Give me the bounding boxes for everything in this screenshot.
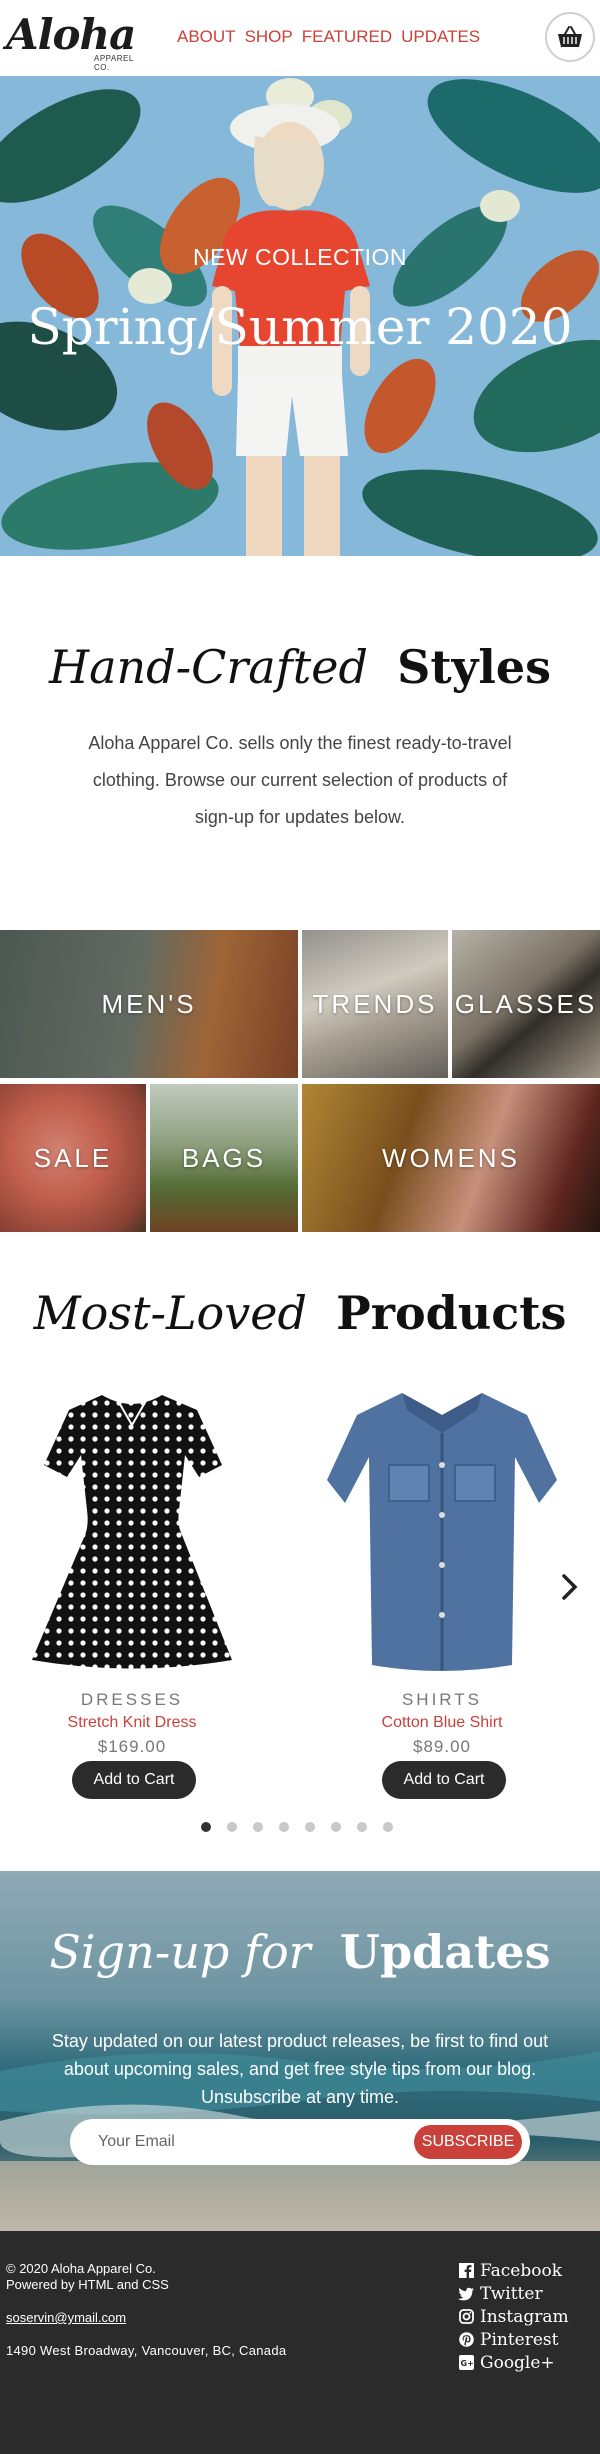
logo[interactable]: Aloha APPAREL CO. [6, 6, 136, 72]
logo-tagline: APPAREL CO. [94, 54, 134, 72]
site-header: Aloha APPAREL CO. ABOUT SHOP FEATURED UP… [0, 0, 600, 76]
logo-wordmark: Aloha [6, 10, 136, 59]
category-tile-mens[interactable]: MEN'S [0, 930, 298, 1078]
signup-heading: Sign-up for Updates [0, 1925, 600, 1979]
category-label-trends: TRENDS [312, 988, 438, 1019]
signup-heading-bold: Updates [339, 1925, 551, 1979]
signup-heading-italic: Sign-up for [49, 1925, 311, 1979]
intro-heading-italic: Hand-Crafted [48, 640, 368, 694]
basket-icon [558, 26, 582, 47]
social-label: Pinterest [480, 2329, 559, 2350]
product-price: $169.00 [97, 1737, 167, 1756]
category-label-bags: BAGS [181, 1142, 267, 1173]
products-heading-bold: Products [336, 1286, 567, 1340]
footer-address: 1490 West Broadway, Vancouver, BC, Canad… [6, 2343, 287, 2358]
product-card: SHIRTS Cotton Blue Shirt $89.00 Add to C… [327, 1385, 557, 1805]
social-link-twitter[interactable]: Twitter [458, 2282, 569, 2305]
site-footer: © 2020 Aloha Apparel Co. Powered by HTML… [0, 2231, 600, 2454]
copyright-text: © 2020 Aloha Apparel Co. [6, 2261, 156, 2276]
hero-banner: NEW COLLECTION Spring/Summer 2020 [0, 76, 600, 556]
signup-form: SUBSCRIBE [70, 2119, 530, 2165]
category-tile-sale[interactable]: SALE [0, 1084, 146, 1232]
product-card: DRESSES Stretch Knit Dress $169.00 Add t… [17, 1385, 247, 1805]
social-label: Instagram [480, 2306, 569, 2327]
nav-featured[interactable]: FEATURED [302, 27, 392, 47]
social-link-pinterest[interactable]: Pinterest [458, 2328, 569, 2351]
social-label: Google+ [480, 2352, 555, 2373]
footer-credits: © 2020 Aloha Apparel Co. Powered by HTML… [6, 2261, 169, 2293]
carousel-dot[interactable] [227, 1822, 237, 1832]
chevron-right-icon [562, 1574, 578, 1600]
product-image-shirt[interactable] [327, 1385, 557, 1675]
product-image-dress[interactable] [17, 1385, 247, 1675]
facebook-icon [458, 2263, 474, 2279]
category-label-sale: SALE [33, 1142, 113, 1173]
product-name[interactable]: Cotton Blue Shirt [327, 1714, 557, 1732]
carousel-dot[interactable] [305, 1822, 315, 1832]
social-link-facebook[interactable]: Facebook [458, 2259, 569, 2282]
product-name[interactable]: Stretch Knit Dress [17, 1714, 247, 1732]
footer-email-link[interactable]: soservin@ymail.com [6, 2310, 126, 2325]
carousel-dots [201, 1822, 393, 1832]
signup-text: Stay updated on our latest product relea… [51, 2031, 549, 2107]
main-nav: ABOUT SHOP FEATURED UPDATES [177, 27, 480, 47]
nav-updates[interactable]: UPDATES [401, 27, 480, 47]
add-to-cart-button[interactable]: Add to Cart [382, 1761, 506, 1799]
social-link-google-plus[interactable]: G+ Google+ [458, 2351, 569, 2374]
product-category: DRESSES [80, 1690, 184, 1709]
products-heading-italic: Most-Loved [33, 1286, 307, 1340]
svg-text:G+: G+ [460, 2359, 473, 2368]
intro-text: Aloha Apparel Co. sells only the finest … [88, 733, 512, 827]
instagram-icon [458, 2309, 474, 2325]
subscribe-button[interactable]: SUBSCRIBE [414, 2125, 522, 2159]
product-category: SHIRTS [401, 1690, 483, 1709]
powered-by-text: Powered by HTML and CSS [6, 2277, 169, 2292]
carousel-dot[interactable] [331, 1822, 341, 1832]
category-label-glasses: GLASSES [454, 988, 598, 1019]
email-input[interactable] [98, 2119, 398, 2165]
signup-section: Sign-up for Updates Stay updated on our … [0, 1871, 600, 2231]
hero-title: Spring/Summer 2020 [27, 298, 573, 356]
social-label: Twitter [480, 2283, 543, 2304]
hero-subtitle: NEW COLLECTION [192, 244, 408, 270]
twitter-icon [458, 2286, 474, 2302]
category-label-womens: WOMENS [382, 1142, 520, 1173]
social-links: Facebook Twitter Instagram Pinterest G+ … [458, 2259, 569, 2374]
intro-heading-bold: Styles [397, 640, 552, 694]
social-link-instagram[interactable]: Instagram [458, 2305, 569, 2328]
nav-shop[interactable]: SHOP [245, 27, 293, 47]
pinterest-icon [458, 2332, 474, 2348]
category-tile-womens[interactable]: WOMENS [302, 1084, 600, 1232]
carousel-dot[interactable] [383, 1822, 393, 1832]
social-label: Facebook [480, 2260, 563, 2281]
google-plus-icon: G+ [458, 2355, 474, 2371]
category-label-mens: MEN'S [101, 988, 197, 1019]
carousel-dot[interactable] [279, 1822, 289, 1832]
carousel-dot[interactable] [201, 1822, 211, 1832]
product-price: $89.00 [413, 1737, 471, 1756]
cart-button[interactable] [545, 12, 595, 62]
category-tile-trends[interactable]: TRENDS [302, 930, 448, 1078]
intro-heading: Hand-Crafted Styles [0, 640, 600, 694]
nav-about[interactable]: ABOUT [177, 27, 236, 47]
category-tile-bags[interactable]: BAGS [150, 1084, 298, 1232]
carousel-dot[interactable] [357, 1822, 367, 1832]
add-to-cart-button[interactable]: Add to Cart [72, 1761, 196, 1799]
products-heading: Most-Loved Products [0, 1286, 600, 1340]
category-tile-glasses[interactable]: GLASSES [452, 930, 600, 1078]
carousel-next-button[interactable] [560, 1572, 580, 1610]
carousel-dot[interactable] [253, 1822, 263, 1832]
